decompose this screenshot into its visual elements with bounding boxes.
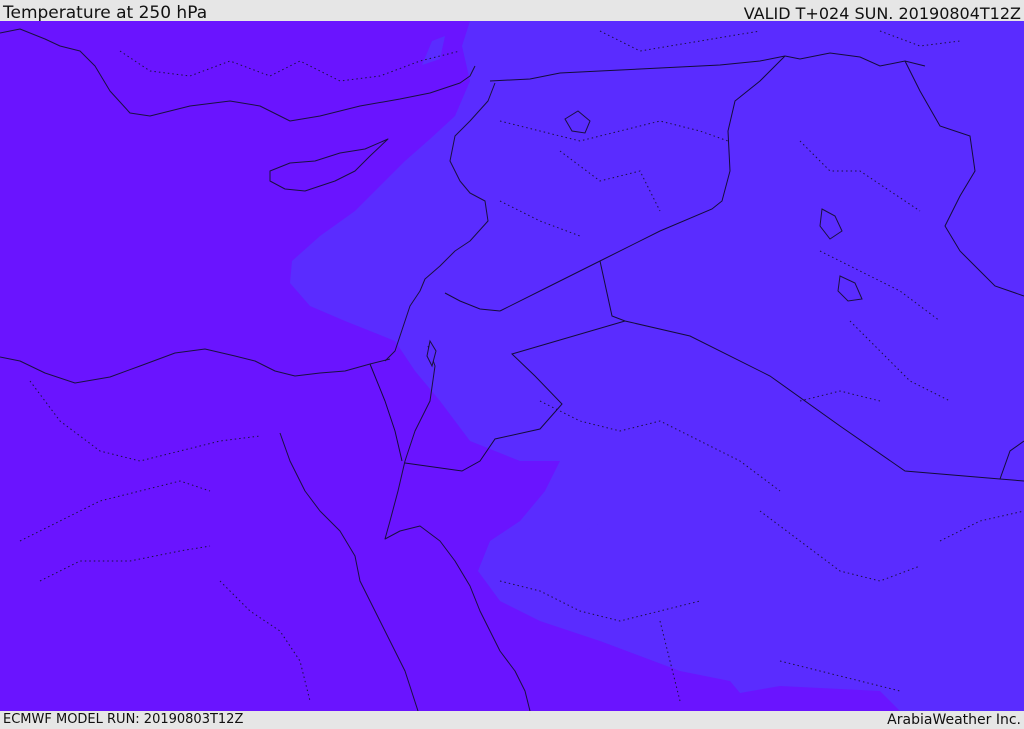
model-run: ECMWF MODEL RUN: 20190803T12Z — [3, 712, 244, 727]
header-bar: Temperature at 250 hPa VALID T+024 SUN. … — [0, 0, 1024, 23]
temperature-map[interactable] — [0, 21, 1024, 711]
footer-bar: ECMWF MODEL RUN: 20190803T12Z ArabiaWeat… — [0, 711, 1024, 729]
map-title: Temperature at 250 hPa — [3, 3, 208, 23]
credit-label: ArabiaWeather Inc. — [887, 712, 1021, 728]
